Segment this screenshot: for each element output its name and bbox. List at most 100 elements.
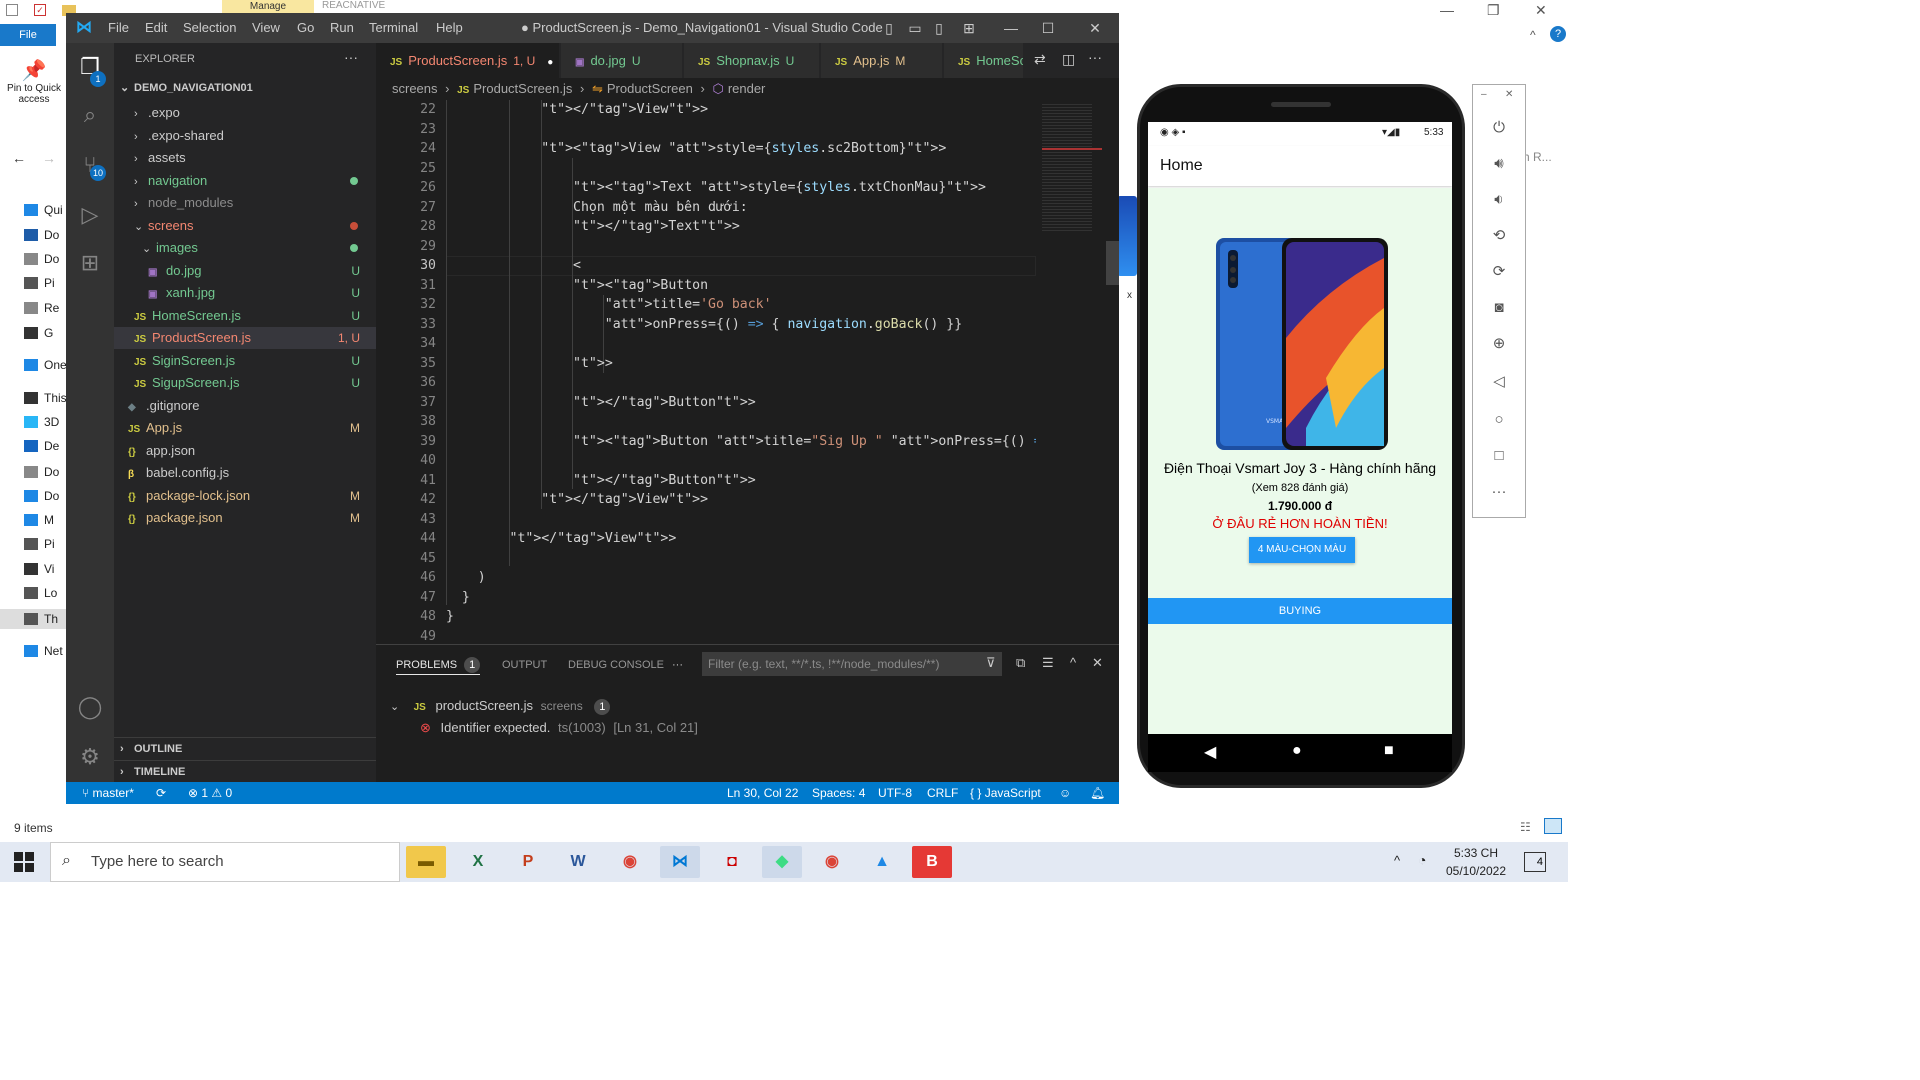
product-reviews-link[interactable]: (Xem 828 đánh giá)	[1148, 482, 1452, 494]
fe-minimize-button[interactable]: —	[1440, 2, 1454, 18]
tree-item[interactable]: JS App.js M	[128, 417, 376, 439]
customize-layout-icon[interactable]: ⊞	[954, 13, 984, 43]
menu-help[interactable]: Help	[436, 13, 463, 43]
menu-run[interactable]: Run	[330, 13, 354, 43]
problems-status[interactable]: ⊗ 1 ⚠ 0	[188, 782, 232, 804]
nav-pane-item[interactable]: Do	[24, 486, 69, 506]
back-arrow-icon[interactable]: ←	[12, 150, 26, 166]
language-mode[interactable]: { } JavaScript	[970, 782, 1041, 804]
tree-item[interactable]: ⌄ images	[142, 237, 376, 259]
powerpoint-icon[interactable]: P	[508, 846, 548, 878]
tree-item[interactable]: JS SiginScreen.js U	[134, 350, 376, 372]
notifications-bell-icon[interactable]: 🔔︎	[1090, 782, 1105, 804]
account-icon[interactable]: ◯	[76, 693, 104, 721]
tab-debug-console[interactable]: DEBUG CONSOLE	[568, 655, 664, 675]
chevron-up-icon[interactable]: ^	[1394, 853, 1400, 868]
tab-shopnav-js[interactable]: JS Shopnav.js U	[684, 43, 820, 78]
camera-icon[interactable]: ◙	[1473, 293, 1525, 323]
nav-pane-item[interactable]: 3D	[24, 412, 69, 432]
nav-pane-item[interactable]: M	[24, 510, 69, 530]
tree-item[interactable]: β babel.config.js	[128, 462, 376, 484]
excel-icon[interactable]: X	[458, 846, 498, 878]
qat-icon-1[interactable]	[6, 4, 18, 16]
tree-item[interactable]: › navigation	[134, 170, 376, 192]
menu-view[interactable]: View	[252, 13, 280, 43]
details-view-icon[interactable]: ☷	[1520, 820, 1531, 834]
problems-filter-input[interactable]: Filter (e.g. text, **/*.ts, !**/node_mod…	[702, 652, 1002, 676]
nav-pane-item[interactable]: Do	[24, 225, 69, 245]
tab-problems[interactable]: PROBLEMS 1	[396, 655, 481, 675]
maximize-button[interactable]: ☐	[1033, 13, 1063, 43]
tree-item[interactable]: ◆ .gitignore	[128, 395, 376, 417]
view-as-tree-icon[interactable]: ☰	[1042, 655, 1054, 671]
menu-terminal[interactable]: Terminal	[369, 13, 418, 43]
nav-pane-item[interactable]: Pi	[24, 273, 69, 293]
filter-icon[interactable]: ⊽	[986, 655, 996, 671]
code-editor[interactable]: 22 23 24 25 26 27 28 29 30 31 32 33 34 35 36 37 38 39 40 41…	[376, 100, 1036, 644]
screen-recorder-icon[interactable]: ◘	[712, 846, 752, 878]
compare-changes-icon[interactable]: ⇄	[1034, 51, 1046, 68]
chevron-up-icon[interactable]: ^	[1530, 28, 1536, 42]
file-explorer-taskbar-icon[interactable]: ▬	[406, 846, 446, 878]
nav-pane-item[interactable]: Pi	[24, 534, 69, 554]
system-clock[interactable]: 5:33 CH 05/10/2022	[1444, 844, 1508, 880]
rotate-right-icon[interactable]: ⟳	[1473, 257, 1525, 287]
problem-error-row[interactable]: ⊗ Identifier expected. ts(1003) [Ln 31, …	[420, 717, 698, 739]
volume-down-icon[interactable]: 🔉︎	[1473, 185, 1525, 215]
feedback-icon[interactable]: ☺	[1059, 782, 1071, 804]
tree-item[interactable]: › node_modules	[134, 192, 376, 214]
settings-gear-icon[interactable]: ⚙	[76, 743, 104, 771]
menu-edit[interactable]: Edit	[145, 13, 167, 43]
nav-pane-item[interactable]: Do	[24, 462, 69, 482]
toggle-secondary-sidebar-icon[interactable]: ▯	[924, 13, 954, 43]
split-editor-icon[interactable]: ◫	[1062, 51, 1075, 68]
checkmark-icon[interactable]: ✓	[34, 4, 46, 16]
nav-pane-item[interactable]: This	[24, 388, 69, 408]
home-icon[interactable]: ○	[1473, 405, 1525, 435]
choose-color-button[interactable]: 4 MÀU-CHỌN MÀU	[1249, 537, 1355, 563]
tree-item[interactable]: › .expo-shared	[134, 125, 376, 147]
tree-item[interactable]: › assets	[134, 147, 376, 169]
minimize-button[interactable]: —	[996, 13, 1026, 43]
encoding[interactable]: UTF-8	[878, 782, 912, 804]
network-icon[interactable]: ◔	[1418, 852, 1426, 868]
tab-do-jpg[interactable]: ▣ do.jpg U	[561, 43, 683, 78]
file-tab-button[interactable]: File	[0, 24, 56, 46]
chrome-icon-2[interactable]: ◉	[812, 846, 852, 878]
collapse-all-icon[interactable]: ⧉	[1016, 655, 1025, 671]
tab-output[interactable]: OUTPUT	[502, 655, 547, 675]
menu-go[interactable]: Go	[297, 13, 314, 43]
nav-pane-item[interactable]: Net	[24, 641, 69, 661]
outline-section[interactable]: › OUTLINE	[114, 737, 376, 759]
breadcrumb-folder[interactable]: screens	[392, 81, 438, 96]
nav-pane-item[interactable]: Lo	[24, 583, 69, 603]
minimap[interactable]	[1036, 100, 1119, 644]
notification-center-icon[interactable]: 4	[1524, 852, 1546, 872]
cursor-position[interactable]: Ln 30, Col 22	[727, 782, 798, 804]
nav-pane-item[interactable]: Re	[24, 298, 69, 318]
volume-up-icon[interactable]: 🔊︎	[1473, 149, 1525, 179]
end-of-line[interactable]: CRLF	[927, 782, 958, 804]
more-actions-icon[interactable]: ···	[344, 49, 358, 65]
panel-more-icon[interactable]: ···	[672, 655, 683, 675]
editor-scrollbar[interactable]	[1106, 241, 1119, 285]
menu-file[interactable]: File	[108, 13, 129, 43]
problem-file-row[interactable]: ⌄ JS productScreen.js screens 1	[390, 695, 611, 717]
nav-pane-item[interactable]: Vi	[24, 559, 69, 579]
photos-icon[interactable]: ▲	[862, 846, 902, 878]
search-icon[interactable]: ⌕	[76, 101, 104, 129]
tree-item[interactable]: ▣ do.jpg U	[148, 260, 376, 282]
close-button[interactable]: ✕	[1080, 13, 1110, 43]
tree-item[interactable]: {} app.json	[128, 440, 376, 462]
indentation[interactable]: Spaces: 4	[812, 782, 865, 804]
tab-app-js[interactable]: JS App.js M	[821, 43, 943, 78]
help-icon[interactable]: ?	[1550, 26, 1566, 42]
fe-maximize-button[interactable]: ❐	[1487, 2, 1500, 19]
tree-item[interactable]: {} package-lock.json M	[128, 485, 376, 507]
app-b-icon[interactable]: B	[912, 846, 952, 878]
word-icon[interactable]: W	[558, 846, 598, 878]
back-triangle-icon[interactable]: ◀	[1204, 742, 1216, 762]
home-circle-icon[interactable]: ●	[1292, 742, 1302, 760]
menu-selection[interactable]: Selection	[183, 13, 236, 43]
fe-close-button[interactable]: ✕	[1535, 2, 1547, 19]
